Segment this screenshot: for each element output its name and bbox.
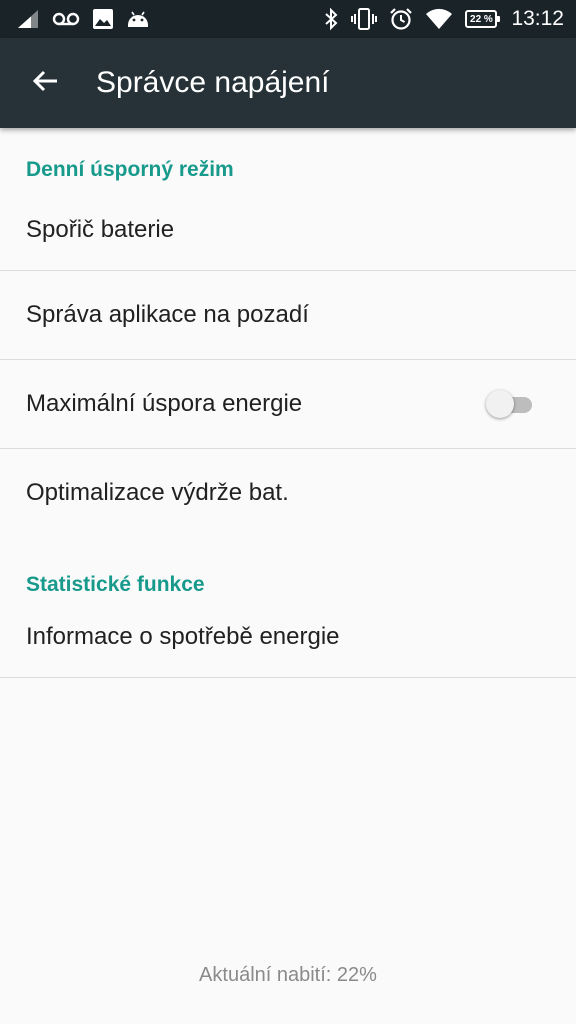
android-icon <box>126 7 150 31</box>
battery-icon: 22 % <box>465 10 501 28</box>
signal-icon <box>16 7 40 31</box>
max-power-saving-toggle[interactable] <box>486 390 532 418</box>
background-apps-label: Správa aplikace na pozadí <box>26 301 309 328</box>
section-header-statistics: Statistické funkce <box>26 573 205 596</box>
wifi-icon <box>425 7 453 31</box>
battery-saver-label: Spořič baterie <box>26 216 175 243</box>
settings-list: Denní úsporný režim Spořič baterie Správ… <box>0 128 576 678</box>
status-time: 13:12 <box>511 7 564 30</box>
battery-optimization-item[interactable]: Optimalizace výdrže bat. <box>0 449 576 537</box>
battery-saver-item[interactable]: Spořič baterie <box>0 212 576 270</box>
alarm-icon <box>389 7 413 31</box>
image-icon <box>92 7 114 31</box>
status-bar-right: 22 % 13:12 <box>323 7 564 31</box>
battery-optimization-label: Optimalizace výdrže bat. <box>26 479 289 506</box>
background-apps-item[interactable]: Správa aplikace na pozadí <box>0 271 576 359</box>
toggle-thumb <box>486 390 514 418</box>
bluetooth-icon <box>323 7 339 31</box>
page-title: Správce napájení <box>96 66 330 99</box>
status-bar-left <box>16 7 150 31</box>
divider <box>0 677 576 678</box>
max-power-saving-item[interactable]: Maximální úspora energie <box>0 360 576 448</box>
section-header-daily-saving: Denní úsporný režim <box>26 158 234 181</box>
max-power-saving-label: Maximální úspora energie <box>26 390 303 417</box>
arrow-back-icon <box>31 67 59 100</box>
current-charge-text: Aktuální nabití: 22% <box>199 964 377 986</box>
vibrate-icon <box>351 7 378 31</box>
status-bar: 22 % 13:12 <box>0 0 576 38</box>
power-usage-info-label: Informace o spotřebě energie <box>26 623 340 650</box>
back-button[interactable] <box>16 54 74 112</box>
voicemail-icon <box>52 7 80 31</box>
power-usage-info-item[interactable]: Informace o spotřebě energie <box>0 619 576 677</box>
battery-percent: 22 % <box>470 13 493 25</box>
app-bar: Správce napájení <box>0 38 576 128</box>
